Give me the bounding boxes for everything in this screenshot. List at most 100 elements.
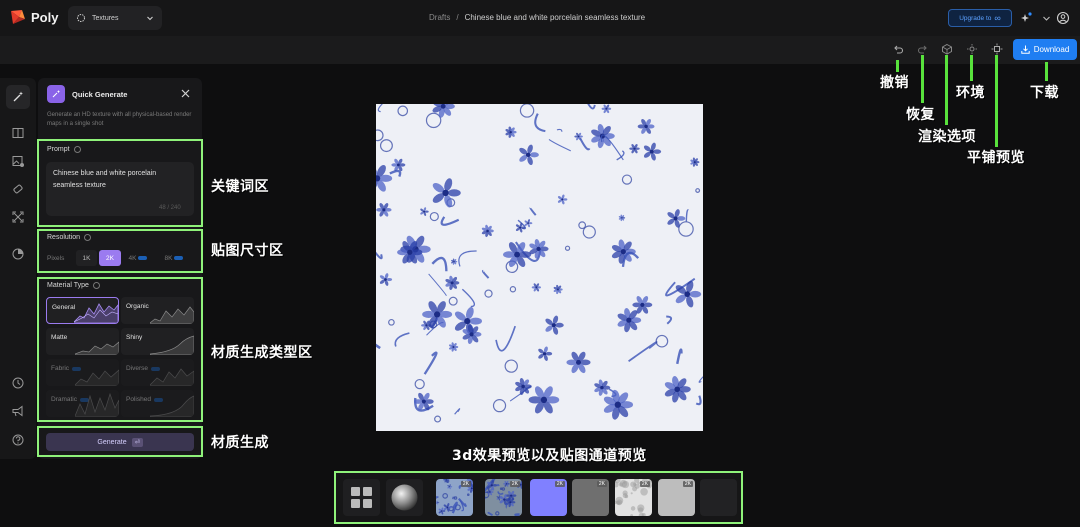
- annotation-tile-preview: 平铺预览: [967, 150, 1025, 166]
- material-matte-label: Matte: [51, 334, 68, 341]
- thumb-metallic-map[interactable]: 2K: [658, 479, 695, 516]
- resolution-8k-button[interactable]: 8K: [160, 250, 188, 266]
- grid-view-icon: [351, 487, 372, 508]
- material-polished-card[interactable]: Polished: [121, 390, 194, 417]
- breadcrumb-current: Chinese blue and white porcelain seamles…: [464, 13, 646, 22]
- enter-key-hint: ⏎: [131, 437, 143, 447]
- waveform-graphic: [150, 335, 194, 355]
- cube-icon: [77, 14, 85, 22]
- annotation-resolution-area: 贴图尺寸区: [211, 243, 284, 259]
- help-icon[interactable]: [11, 433, 25, 447]
- render-options-icon[interactable]: [941, 43, 953, 55]
- upgrade-button[interactable]: Upgrade to ∞: [948, 9, 1012, 27]
- info-icon[interactable]: [84, 234, 92, 241]
- annotation-preview-strip: 3d效果预览以及贴图通道预览: [452, 448, 647, 464]
- poly-logo-icon: [11, 10, 25, 24]
- redo-icon[interactable]: [917, 43, 929, 55]
- history-icon[interactable]: [11, 376, 25, 390]
- resolution-tag: 2K: [509, 481, 520, 487]
- resolution-1k-label: 1K: [82, 254, 91, 262]
- resolution-tag: 2K: [639, 481, 650, 487]
- close-icon[interactable]: [180, 88, 191, 99]
- material-fabric-label: Fabric: [51, 365, 70, 372]
- material-matte-card[interactable]: Matte: [46, 328, 119, 355]
- top-header: Poly Textures Drafts / Chinese blue and …: [0, 0, 1080, 36]
- material-general-card[interactable]: General: [46, 297, 119, 324]
- annotation-render-options: 渲染选项: [918, 129, 976, 145]
- environment-sun-icon[interactable]: [966, 43, 978, 55]
- prompt-char-count: 48 / 240: [159, 205, 181, 211]
- texture-canvas[interactable]: [376, 104, 703, 431]
- material-shiny-label: Shiny: [126, 334, 143, 341]
- thumb-roughness-map[interactable]: 2K: [572, 479, 609, 516]
- workspace-label: Textures: [92, 14, 119, 22]
- undo-icon[interactable]: [892, 43, 904, 55]
- annotation-line-environment: [970, 55, 973, 81]
- material-label: Material Type: [47, 282, 89, 289]
- book-icon[interactable]: [11, 126, 25, 140]
- annotation-line-download: [1045, 62, 1048, 81]
- sparkle-icon[interactable]: [1019, 11, 1033, 25]
- material-organic-label: Organic: [126, 303, 149, 310]
- annotation-environment: 环境: [956, 85, 985, 101]
- quick-generate-icon-badge: [47, 85, 65, 103]
- eraser-icon[interactable]: [11, 182, 25, 196]
- workspace-select[interactable]: Textures: [68, 6, 162, 30]
- annotation-prompt-area: 关键词区: [211, 179, 269, 195]
- resolution-tag: 2K: [460, 481, 471, 487]
- panel-title: Quick Generate: [72, 90, 128, 99]
- pro-badge: [138, 256, 148, 260]
- resolution-2k-button[interactable]: 2K: [99, 250, 121, 266]
- prompt-value: Chinese blue and white porcelain seamles…: [53, 170, 157, 189]
- thumb-sphere-preview[interactable]: [386, 479, 423, 516]
- breadcrumb: Drafts / Chinese blue and white porcelai…: [429, 13, 645, 22]
- porcelain-texture-image: [376, 104, 703, 423]
- prompt-label: Prompt: [47, 146, 70, 153]
- material-organic-card[interactable]: Organic: [121, 297, 194, 324]
- info-icon[interactable]: [73, 146, 81, 153]
- material-fabric-card[interactable]: Fabric: [46, 359, 119, 386]
- brand-logo[interactable]: Poly: [10, 9, 58, 25]
- thumb-detail-map[interactable]: 2K: [485, 479, 522, 516]
- thumb-height-map[interactable]: 2K: [615, 479, 652, 516]
- magic-wand-icon[interactable]: [11, 90, 25, 104]
- annotation-line-redo: [921, 55, 924, 103]
- tile-preview-icon[interactable]: [991, 43, 1003, 55]
- waveform-graphic: [75, 341, 119, 355]
- generate-label: Generate: [97, 438, 127, 446]
- resolution-4k-button[interactable]: 4K: [124, 250, 152, 266]
- user-avatar-icon[interactable]: [1056, 11, 1070, 25]
- image-edit-icon[interactable]: [11, 154, 25, 168]
- thumb-empty-slot[interactable]: [700, 479, 737, 516]
- pro-badge: [174, 256, 184, 260]
- infinity-icon: ∞: [994, 13, 1001, 23]
- waveform-graphic: [75, 392, 119, 417]
- info-icon[interactable]: [92, 282, 100, 289]
- download-button[interactable]: Download: [1013, 39, 1077, 60]
- upgrade-label: Upgrade to: [959, 14, 992, 22]
- waveform-graphic: [74, 303, 118, 323]
- waveform-graphic: [150, 368, 194, 386]
- breadcrumb-drafts[interactable]: Drafts: [429, 13, 450, 22]
- thumb-base-color-map[interactable]: 2K: [436, 479, 473, 516]
- megaphone-icon[interactable]: [11, 404, 25, 418]
- thumb-grid-view[interactable]: [343, 479, 380, 516]
- waveform-graphic: [150, 395, 194, 417]
- panel-description: Generate an HD texture with all physical…: [47, 112, 192, 127]
- generate-button[interactable]: Generate ⏎: [46, 433, 194, 451]
- resolution-label: Resolution: [47, 234, 81, 241]
- chevron-down-icon[interactable]: [1042, 11, 1051, 25]
- download-icon: [1021, 45, 1030, 54]
- material-diverse-card[interactable]: Diverse: [121, 359, 194, 386]
- pie-chart-icon[interactable]: [11, 247, 25, 261]
- resolution-8k-label: 8K: [164, 254, 173, 262]
- thumb-normal-map[interactable]: 2K: [530, 479, 567, 516]
- expand-icon[interactable]: [11, 210, 25, 224]
- annotation-generate: 材质生成: [211, 435, 269, 451]
- annotation-line-tile: [995, 55, 998, 147]
- annotation-line-undo: [896, 60, 899, 72]
- material-shiny-card[interactable]: Shiny: [121, 328, 194, 355]
- prompt-label-row: Prompt: [47, 146, 81, 153]
- resolution-1k-button[interactable]: 1K: [76, 250, 97, 266]
- material-dramatic-card[interactable]: Dramatic: [46, 390, 119, 417]
